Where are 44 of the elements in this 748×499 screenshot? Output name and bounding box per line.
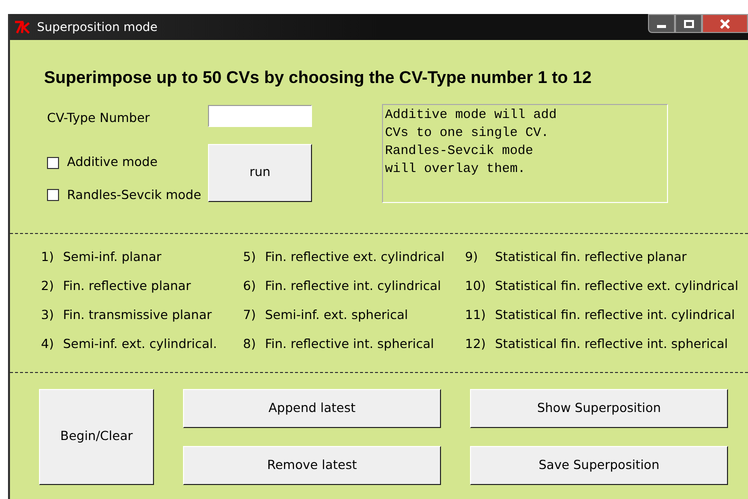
type-name: Fin. transmissive planar: [63, 306, 212, 324]
close-icon: [720, 18, 730, 28]
action-button[interactable]: Save Superposition: [470, 446, 728, 485]
minimize-button[interactable]: [648, 14, 675, 33]
type-number: 9): [465, 248, 479, 266]
field-label: CV-Type Number: [47, 108, 151, 127]
type-name: Statistical fin. reflective planar: [495, 248, 687, 266]
type-name: Statistical fin. reflective int. cylindrical: [495, 306, 735, 324]
type-number: 1): [41, 248, 55, 266]
type-number: 7): [243, 306, 257, 324]
action-button[interactable]: Show Superposition: [470, 388, 728, 428]
cv-type-input[interactable]: [208, 104, 312, 126]
checkbox[interactable]: [47, 189, 59, 202]
type-number: 10): [465, 276, 487, 295]
type-number: 11): [465, 306, 487, 324]
type-number: 5): [243, 248, 257, 266]
info-text-area: Additive mode will add CVs to one single CV. Randles-Sevcik mode will overlay them.: [382, 104, 668, 202]
feather-logo-icon: [14, 20, 32, 34]
close-button[interactable]: [702, 14, 748, 33]
begin-clear-button[interactable]: Begin/Clear: [39, 388, 154, 485]
action-button[interactable]: Remove latest: [183, 446, 441, 485]
type-name: Statistical fin. reflective ext. cylindrical: [495, 276, 738, 295]
type-number: 2): [41, 276, 55, 295]
type-name: Fin. reflective planar: [63, 276, 191, 295]
type-number: 6): [243, 276, 257, 295]
type-number: 3): [41, 306, 55, 324]
type-number: 4): [41, 334, 55, 353]
heading: Superimpose up to 50 CVs by choosing the CV-Type number 1 to 12: [44, 67, 593, 89]
window-title: Superposition mode: [37, 19, 158, 36]
type-name: Statistical fin. reflective int. spherical: [495, 334, 728, 353]
type-name: Fin. reflective ext. cylindrical: [265, 248, 444, 266]
type-name: Semi-inf. planar: [63, 248, 162, 266]
type-name: Semi-inf. ext. spherical: [265, 306, 408, 324]
type-name: Fin. reflective int. cylindrical: [265, 276, 441, 295]
type-number: 8): [243, 334, 257, 353]
checkbox[interactable]: [47, 156, 59, 169]
checkbox-label: Randles-Sevcik mode: [67, 186, 202, 204]
run-button[interactable]: run: [208, 144, 312, 202]
maximize-button[interactable]: [675, 14, 702, 33]
type-number: 12): [465, 334, 487, 353]
type-name: Semi-inf. ext. cylindrical.: [63, 334, 217, 353]
checkbox-label: Additive mode: [67, 153, 158, 172]
action-button[interactable]: Append latest: [183, 388, 441, 428]
type-name: Fin. reflective int. spherical: [265, 334, 434, 353]
